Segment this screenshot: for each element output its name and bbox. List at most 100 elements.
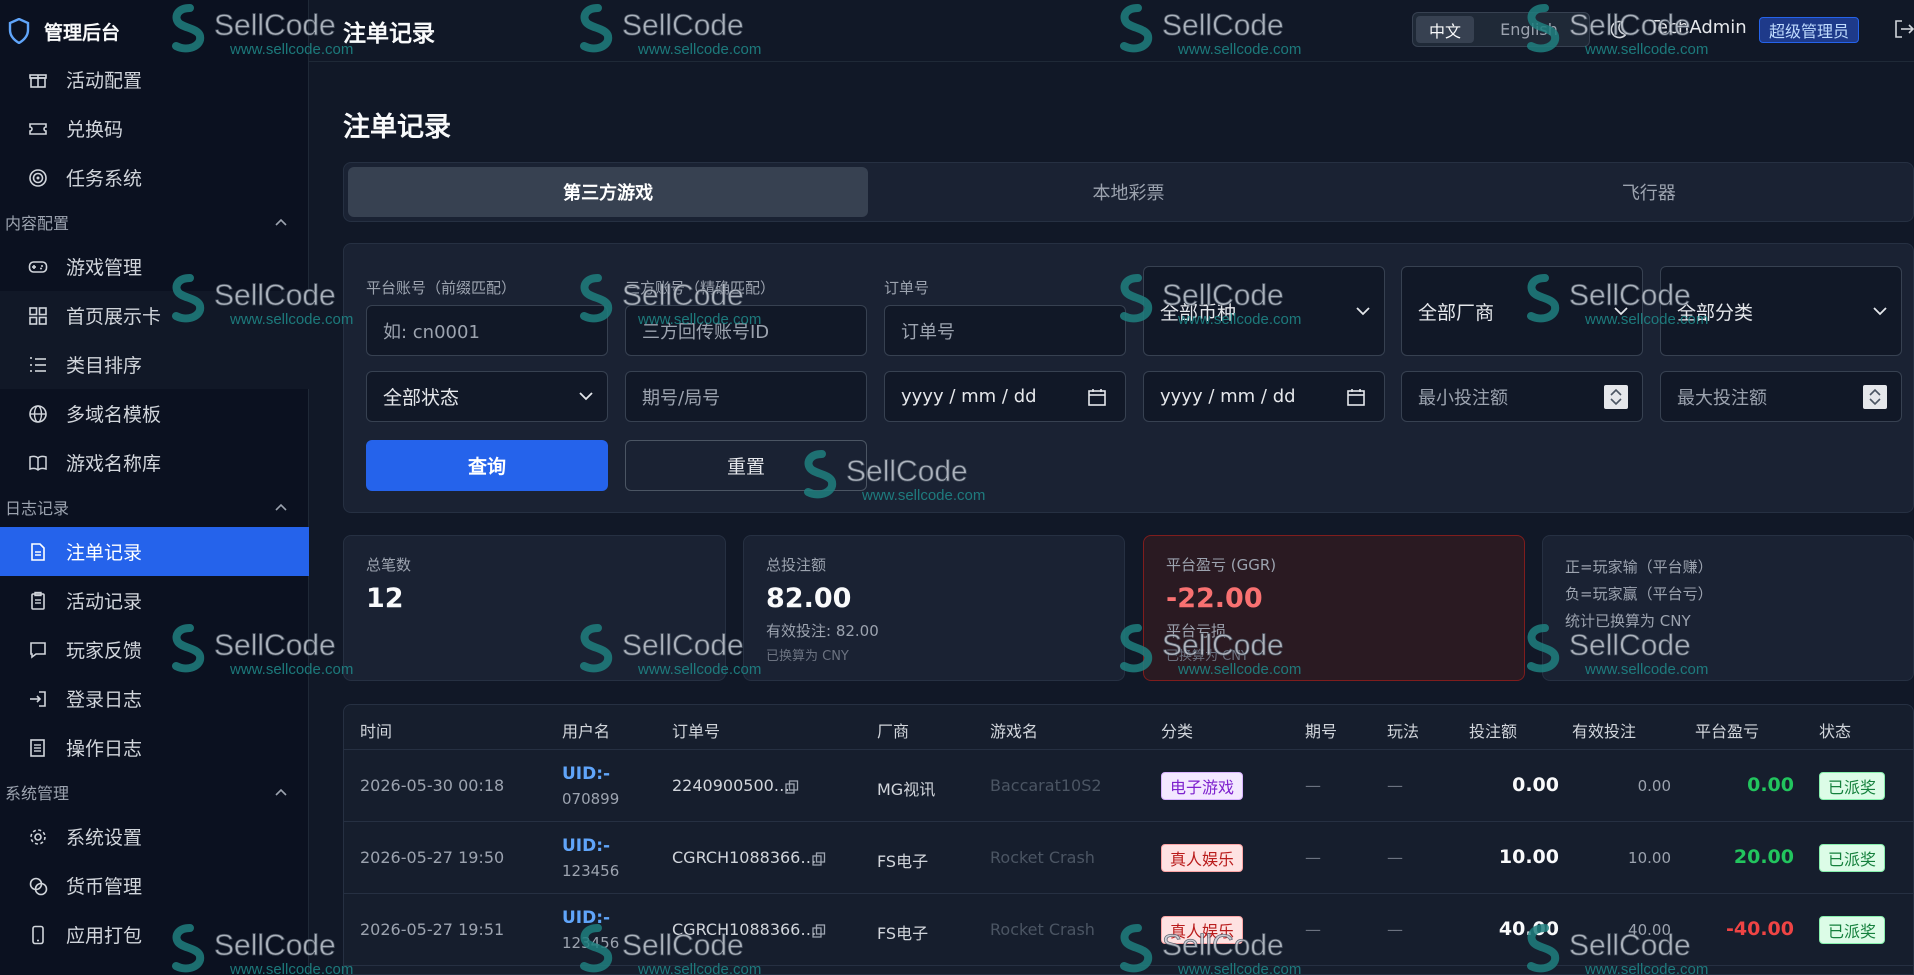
third-account-input[interactable]: 三方回传账号ID — [625, 305, 867, 356]
brand-title: 管理后台 — [44, 21, 121, 44]
language-switch: 中文 English — [1412, 12, 1590, 47]
coins-icon — [28, 876, 48, 896]
sidebar: 管理后台 活动配置 兑换码 任务系统 内容配置 游戏管理 首页展示卡 类目排序 … — [0, 0, 309, 975]
max-bet-input[interactable]: 最大投注额 — [1660, 371, 1902, 422]
sidebar-item-redeem-code[interactable]: 兑换码 — [0, 104, 309, 153]
sidebar-item-game-management[interactable]: 游戏管理 — [0, 242, 309, 291]
sidebar-item-login-log[interactable]: 登录日志 — [0, 674, 309, 723]
platform-account-label: 平台账号（前缀匹配） — [366, 279, 517, 297]
sidebar-item-system-settings[interactable]: 系统设置 — [0, 812, 309, 861]
cell-uid[interactable]: UID:- — [562, 836, 610, 856]
sidebar-item-bet-records[interactable]: 注单记录 — [0, 527, 309, 576]
sidebar-item-label: 玩家反馈 — [66, 640, 143, 662]
logout-icon[interactable] — [1893, 18, 1914, 40]
cell-ggr: -40.00 — [1726, 918, 1794, 940]
cell-game: Baccarat10S2 — [990, 776, 1102, 795]
order-number-placeholder: 订单号 — [901, 321, 955, 343]
currency-select[interactable]: 全部币种 — [1143, 266, 1385, 356]
status-select[interactable]: 全部状态 — [366, 371, 608, 422]
chevron-down-icon — [579, 392, 593, 401]
end-date-input[interactable]: yyyy / mm / dd — [1143, 371, 1385, 422]
table-row[interactable]: 2026-05-27 19:50 UID:- 123456 CGRCH10883… — [344, 822, 1913, 894]
sidebar-item-category-sort[interactable]: 类目排序 — [0, 340, 309, 389]
calendar-icon[interactable] — [1087, 387, 1107, 407]
table-row[interactable]: 2026-05-30 00:18 UID:- 070899 2240900500… — [344, 750, 1913, 822]
sidebar-item-label: 兑换码 — [66, 119, 124, 141]
tab-third-party-games[interactable]: 第三方游戏 — [348, 167, 869, 217]
start-date-value: yyyy / mm / dd — [901, 386, 1037, 407]
sidebar-item-label: 操作日志 — [66, 738, 143, 760]
cell-time: 2026-05-27 19:50 — [360, 848, 505, 867]
chevron-down-icon — [1873, 306, 1887, 315]
sidebar-group-system[interactable]: 系统管理 — [0, 772, 309, 812]
sidebar-item-activity-config[interactable]: 活动配置 — [0, 55, 309, 104]
order-number-input[interactable]: 订单号 — [884, 305, 1126, 356]
sidebar-group-logs[interactable]: 日志记录 — [0, 487, 309, 527]
start-date-input[interactable]: yyyy / mm / dd — [884, 371, 1126, 422]
period-input[interactable]: 期号/局号 — [625, 371, 867, 422]
stat-valid-bet: 有效投注: 82.00 — [766, 622, 879, 640]
stat-platform-ggr: 平台盈亏 (GGR) -22.00 平台亏损 已换算为 CNY — [1143, 535, 1525, 681]
cell-bet: 40.00 — [1498, 918, 1559, 940]
cell-game: Rocket Crash — [990, 848, 1095, 867]
period-placeholder: 期号/局号 — [642, 387, 721, 409]
status-badge: 已派奖 — [1819, 916, 1886, 944]
chevron-up-icon — [275, 788, 287, 796]
order-number-label: 订单号 — [884, 279, 930, 297]
cell-play: — — [1387, 776, 1403, 795]
sidebar-group-content[interactable]: 内容配置 — [0, 202, 309, 242]
sidebar-item-player-feedback[interactable]: 玩家反馈 — [0, 625, 309, 674]
platform-account-input[interactable]: 如: cn0001 — [366, 305, 608, 356]
lang-en-button[interactable]: English — [1474, 16, 1584, 43]
cell-play: — — [1387, 920, 1403, 939]
tab-local-lottery[interactable]: 本地彩票 — [868, 167, 1388, 217]
chevron-up-icon — [275, 218, 287, 226]
cell-bet: 0.00 — [1512, 774, 1559, 796]
min-bet-input[interactable]: 最小投注额 — [1401, 371, 1643, 422]
sidebar-item-domain-template[interactable]: 多域名模板 — [0, 389, 309, 438]
moon-icon[interactable] — [1607, 19, 1629, 41]
copy-icon[interactable] — [812, 924, 826, 938]
reset-button[interactable]: 重置 — [625, 440, 867, 491]
spinner-arrows-icon[interactable] — [1604, 385, 1628, 409]
sidebar-item-home-cards[interactable]: 首页展示卡 — [0, 291, 309, 340]
sidebar-item-operation-log[interactable]: 操作日志 — [0, 723, 309, 772]
sidebar-item-activity-records[interactable]: 活动记录 — [0, 576, 309, 625]
sidebar-item-app-packaging[interactable]: 应用打包 — [0, 910, 309, 959]
col-category: 分类 — [1161, 722, 1194, 741]
sidebar-item-label: 系统设置 — [66, 827, 143, 849]
cell-uid[interactable]: UID:- — [562, 764, 610, 784]
third-account-placeholder: 三方回传账号ID — [642, 321, 770, 343]
cell-game: Rocket Crash — [990, 920, 1095, 939]
vendor-select[interactable]: 全部厂商 — [1401, 266, 1643, 356]
copy-icon[interactable] — [812, 852, 826, 866]
category-select[interactable]: 全部分类 — [1660, 266, 1902, 356]
spinner-arrows-icon[interactable] — [1863, 385, 1887, 409]
sidebar-item-task-system[interactable]: 任务系统 — [0, 153, 309, 202]
cell-order: 2240900500… — [672, 776, 790, 795]
cell-uid[interactable]: UID:- — [562, 908, 610, 928]
cell-uid-number: 070899 — [562, 790, 620, 808]
stat-value: 82.00 — [766, 583, 852, 614]
lang-zh-button[interactable]: 中文 — [1416, 16, 1474, 43]
query-button[interactable]: 查询 — [366, 440, 608, 491]
stat-legend-note: 正=玩家输（平台赚） 负=玩家赢（平台亏） 统计已换算为 CNY — [1542, 535, 1914, 681]
sidebar-item-label: 活动配置 — [66, 70, 143, 92]
sidebar-group-label: 内容配置 — [5, 214, 70, 233]
stat-label: 总笔数 — [366, 556, 412, 574]
message-icon — [28, 640, 48, 660]
list-ordered-icon — [28, 355, 48, 375]
table-row[interactable]: 2026-05-27 19:51 UID:- 123456 CGRCH10883… — [344, 894, 1913, 966]
calendar-icon[interactable] — [1346, 387, 1366, 407]
sidebar-item-currency-management[interactable]: 货币管理 — [0, 861, 309, 910]
grid-icon — [28, 306, 48, 326]
col-username: 用户名 — [562, 722, 611, 741]
tab-aviator[interactable]: 飞行器 — [1389, 167, 1909, 217]
sidebar-item-label: 游戏名称库 — [66, 453, 162, 475]
sidebar-item-game-name-library[interactable]: 游戏名称库 — [0, 438, 309, 487]
stat-value: 12 — [366, 583, 404, 614]
gift-icon — [28, 70, 48, 90]
copy-icon[interactable] — [785, 780, 799, 794]
cell-valid-bet: 10.00 — [1628, 849, 1671, 867]
col-ggr: 平台盈亏 — [1695, 722, 1760, 741]
